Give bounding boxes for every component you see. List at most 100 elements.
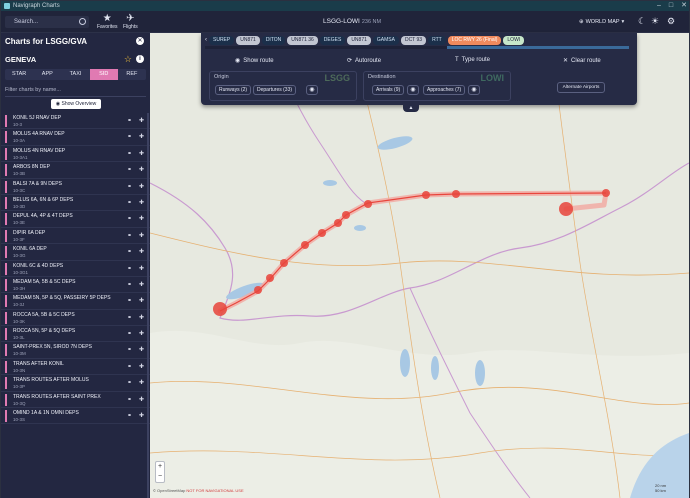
sidebar-scrollbar[interactable] [147, 113, 149, 498]
waypoint-marker[interactable] [280, 259, 288, 267]
route-chip[interactable]: UN871 [236, 35, 260, 45]
chart-list-item[interactable]: KONIL 5J RNAV DEP 10-3 ⚭ ✚ [1, 113, 150, 130]
zoom-out-button[interactable]: − [156, 472, 164, 482]
chart-options-icon[interactable]: ⚭ [127, 396, 132, 403]
show-route-button[interactable]: ◉ Show route [235, 57, 274, 65]
route-chip[interactable]: LOC RWY 26 (Final) [447, 35, 502, 45]
chart-options-icon[interactable]: ⚭ [127, 150, 132, 157]
pin-icon[interactable]: ✚ [139, 232, 144, 239]
tab-app[interactable]: APP [33, 69, 61, 80]
chart-list-item[interactable]: ROCCA 5N, 5P & 5Q DEPS 10-3L ⚭ ✚ [1, 326, 150, 343]
waypoint-marker[interactable] [254, 286, 262, 294]
origin-runways-button[interactable]: Runways (2) [215, 85, 252, 95]
route-chip[interactable]: DITON [261, 35, 286, 45]
night-mode-icon[interactable]: ☾ [638, 17, 646, 26]
chart-options-icon[interactable]: ⚭ [127, 412, 132, 419]
close-window-button[interactable]: ✕ [681, 2, 687, 10]
chart-options-icon[interactable]: ⚭ [127, 117, 132, 124]
chevron-left-icon[interactable]: ‹ [205, 37, 207, 43]
pin-icon[interactable]: ✚ [139, 199, 144, 206]
chart-options-icon[interactable]: ⚭ [127, 363, 132, 370]
osm-attribution[interactable]: © OpenStreetMap [153, 488, 185, 493]
approaches-visibility-eye-icon[interactable]: ◉ [468, 85, 480, 95]
waypoint-marker[interactable] [602, 189, 610, 197]
chart-list-item[interactable]: TRANS ROUTES AFTER SAINT PREX 10-3Q ⚭ ✚ [1, 392, 150, 409]
chart-list-item[interactable]: SAINT-PREX 5N, SIROD 7N DEPS 10-3M ⚭ ✚ [1, 342, 150, 359]
waypoint-marker[interactable] [452, 190, 460, 198]
chart-options-icon[interactable]: ⚭ [127, 183, 132, 190]
tab-star[interactable]: STAR [5, 69, 33, 80]
chart-options-icon[interactable]: ⚭ [127, 133, 132, 140]
show-overview-button[interactable]: ◉ Show Overview [51, 99, 101, 109]
chart-list-item[interactable]: BELUS 6A, 6N & 6P DEPS 10-3D ⚭ ✚ [1, 195, 150, 212]
waypoint-marker[interactable] [422, 191, 430, 199]
autoroute-button[interactable]: ⟳ Autoroute [347, 57, 381, 65]
arrivals-visibility-eye-icon[interactable]: ◉ [407, 85, 419, 95]
pin-icon[interactable]: ✚ [139, 133, 144, 140]
pin-icon[interactable]: ✚ [139, 396, 144, 403]
chart-options-icon[interactable]: ⚭ [127, 379, 132, 386]
chart-options-icon[interactable]: ⚭ [127, 346, 132, 353]
pin-icon[interactable]: ✚ [139, 215, 144, 222]
route-chip[interactable]: SUREP [209, 35, 235, 45]
chart-options-icon[interactable]: ⚭ [127, 248, 132, 255]
waypoint-marker[interactable] [342, 211, 350, 219]
flights-button[interactable]: ✈ Flights [123, 13, 138, 30]
chart-list-item[interactable]: TRANS ROUTES AFTER MOLUS 10-3P ⚭ ✚ [1, 375, 150, 392]
chart-list-item[interactable]: KONIL 6C & 4D DEPS 10-3G1 ⚭ ✚ [1, 261, 150, 277]
collapse-panel-button[interactable]: ▲ [403, 105, 419, 112]
pin-icon[interactable]: ✚ [139, 314, 144, 321]
favorites-button[interactable]: ★ Favorites [97, 13, 118, 30]
route-chip[interactable]: UN871 36 [287, 35, 318, 45]
chart-list-item[interactable]: MOLUS 4A RNAV DEP 10-3A ⚭ ✚ [1, 129, 150, 146]
chart-options-icon[interactable]: ⚭ [127, 330, 132, 337]
pin-icon[interactable]: ✚ [139, 363, 144, 370]
pin-icon[interactable]: ✚ [139, 117, 144, 124]
dest-arrivals-button[interactable]: Arrivals (9) [372, 85, 405, 95]
chart-list-item[interactable]: TRANS AFTER KONIL 10-3N ⚭ ✚ [1, 359, 150, 376]
chart-list-item[interactable]: DEPUL 4A, 4P & 4T DEPS 10-3E ⚭ ✚ [1, 211, 150, 228]
alternate-airports-button[interactable]: Alternate Airports [557, 82, 605, 93]
type-route-button[interactable]: T Type route [455, 57, 490, 63]
tab-sid[interactable]: SID [89, 69, 118, 80]
chart-options-icon[interactable]: ⚭ [127, 265, 132, 272]
search-input[interactable]: Search... [5, 16, 89, 28]
pin-icon[interactable]: ✚ [139, 297, 144, 304]
destination-airport-marker[interactable] [559, 202, 573, 216]
chart-options-icon[interactable]: ⚭ [127, 281, 132, 288]
waypoint-marker[interactable] [318, 229, 326, 237]
chart-filter-input[interactable]: Filter charts by name... [5, 87, 146, 97]
pin-icon[interactable]: ✚ [139, 265, 144, 272]
chart-options-icon[interactable]: ⚭ [127, 215, 132, 222]
chart-options-icon[interactable]: ⚭ [127, 232, 132, 239]
info-icon[interactable]: i [136, 55, 144, 63]
pin-icon[interactable]: ✚ [139, 379, 144, 386]
route-chip[interactable]: GAMSA [372, 35, 399, 45]
dest-approaches-button[interactable]: Approaches (7) [423, 85, 466, 95]
clear-route-button[interactable]: ✕ Clear route [563, 57, 601, 65]
settings-gear-icon[interactable]: ⚙ [667, 17, 675, 26]
chart-list-item[interactable]: DIPIR 6A DEP 10-3F ⚭ ✚ [1, 228, 150, 245]
chart-list-item[interactable]: MEDAM 5N, 5P & 5Q, PASSEIRY 5P DEPS 10-3J… [1, 293, 150, 310]
origin-visibility-eye-icon[interactable]: ◉ [306, 85, 318, 95]
chart-list-item[interactable]: MOLUS 4N RNAV DEP 10-3A1 ⚭ ✚ [1, 146, 150, 163]
pin-icon[interactable]: ✚ [139, 150, 144, 157]
chart-options-icon[interactable]: ⚭ [127, 166, 132, 173]
chart-list-item[interactable]: OMIND 1A & 1N OMNI DEPS 10-3S ⚭ ✚ [1, 408, 150, 425]
waypoint-marker[interactable] [334, 219, 342, 227]
chart-list-item[interactable]: BALSI 7A & 9N DEPS 10-3C ⚭ ✚ [1, 179, 150, 195]
chart-list-item[interactable]: KONIL 6A DEP 10-3G ⚭ ✚ [1, 244, 150, 261]
departure-airport-marker[interactable] [213, 302, 227, 316]
chart-options-icon[interactable]: ⚭ [127, 297, 132, 304]
favorite-star-icon[interactable]: ☆ [124, 54, 132, 65]
route-chip[interactable]: UN871 [347, 35, 371, 45]
tab-ref[interactable]: REF [118, 69, 146, 80]
day-mode-icon[interactable]: ☀ [651, 17, 659, 26]
zoom-in-button[interactable]: + [156, 462, 164, 472]
route-chip[interactable]: RTT [428, 35, 446, 45]
waypoint-marker[interactable] [364, 200, 372, 208]
route-chip[interactable]: LOWI [503, 35, 525, 45]
pin-icon[interactable]: ✚ [139, 346, 144, 353]
origin-departures-button[interactable]: Departures (33) [253, 85, 297, 95]
minimize-button[interactable]: – [657, 2, 661, 10]
